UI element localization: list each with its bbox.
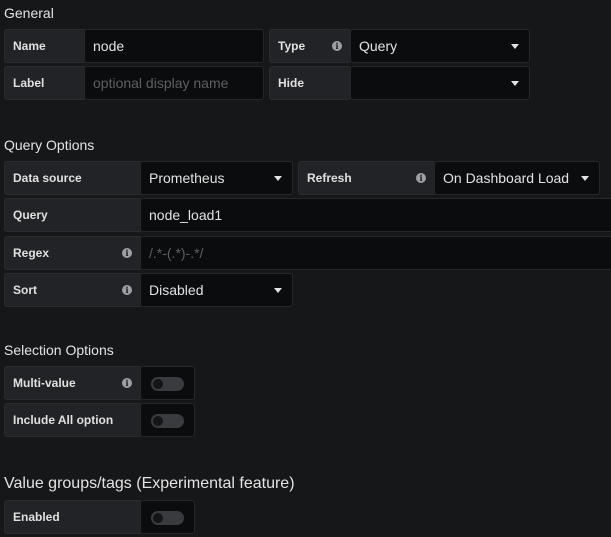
query-input-field[interactable] (149, 207, 611, 223)
refresh-label: Refresh i (298, 161, 436, 195)
enabled-label: Enabled (4, 500, 142, 534)
name-input-field[interactable] (93, 38, 263, 54)
type-label-text: Type (278, 39, 306, 53)
label-input[interactable] (84, 66, 264, 100)
refresh-select[interactable]: On Dashboard Load (434, 161, 600, 195)
toggle-knob (153, 379, 163, 389)
multi-value-switch-box (140, 366, 195, 400)
regex-label: Regex i (4, 236, 142, 270)
sort-label-text: Sort (13, 283, 37, 297)
chevron-down-icon (274, 288, 282, 293)
info-icon[interactable]: i (122, 248, 132, 258)
hide-select[interactable] (350, 66, 530, 100)
regex-input[interactable] (140, 236, 611, 270)
section-title-query-options: Query Options (4, 137, 95, 153)
enabled-switch-box (140, 500, 195, 534)
regex-input-field[interactable] (149, 245, 611, 261)
datasource-select-value: Prometheus (149, 170, 225, 186)
refresh-select-value: On Dashboard Load (443, 170, 570, 186)
label-input-field[interactable] (93, 75, 263, 91)
enabled-label-text: Enabled (13, 510, 60, 524)
include-all-label-text: Include All option (13, 413, 114, 427)
name-input[interactable] (84, 29, 264, 63)
refresh-label-text: Refresh (307, 171, 352, 185)
name-label: Name (4, 29, 86, 63)
hide-label-text: Hide (278, 76, 305, 90)
include-all-toggle[interactable] (151, 414, 184, 428)
type-select-value: Query (359, 38, 398, 54)
datasource-select[interactable]: Prometheus (140, 161, 293, 195)
toggle-knob (153, 513, 163, 523)
info-icon[interactable]: i (416, 173, 426, 183)
chevron-down-icon (581, 176, 589, 181)
type-label: Type i (269, 29, 351, 63)
section-title-general: General (4, 5, 54, 21)
type-select[interactable]: Query (350, 29, 530, 63)
query-label-text: Query (13, 208, 48, 222)
chevron-down-icon (511, 44, 519, 49)
info-icon[interactable]: i (332, 41, 342, 51)
enabled-toggle[interactable] (151, 511, 184, 525)
include-all-switch-box (140, 403, 195, 437)
query-input[interactable] (140, 198, 611, 232)
chevron-down-icon (274, 176, 282, 181)
sort-label: Sort i (4, 273, 142, 307)
label-label-text: Label (13, 76, 45, 90)
info-icon[interactable]: i (122, 285, 132, 295)
label-label: Label (4, 66, 86, 100)
info-icon[interactable]: i (122, 378, 132, 388)
toggle-knob (153, 416, 163, 426)
multi-value-toggle[interactable] (151, 377, 184, 391)
section-title-selection-options: Selection Options (4, 342, 114, 358)
query-label: Query (4, 198, 142, 232)
hide-label: Hide (269, 66, 351, 100)
multi-value-label-text: Multi-value (13, 376, 76, 390)
include-all-label: Include All option (4, 403, 142, 437)
section-title-value-groups: Value groups/tags (Experimental feature) (4, 475, 295, 492)
datasource-label: Data source (4, 161, 142, 195)
regex-label-text: Regex (13, 246, 50, 260)
sort-select-value: Disabled (149, 282, 204, 298)
chevron-down-icon (511, 81, 519, 86)
multi-value-label: Multi-value i (4, 366, 142, 400)
sort-select[interactable]: Disabled (140, 273, 293, 307)
name-label-text: Name (13, 39, 46, 53)
datasource-label-text: Data source (13, 171, 82, 185)
